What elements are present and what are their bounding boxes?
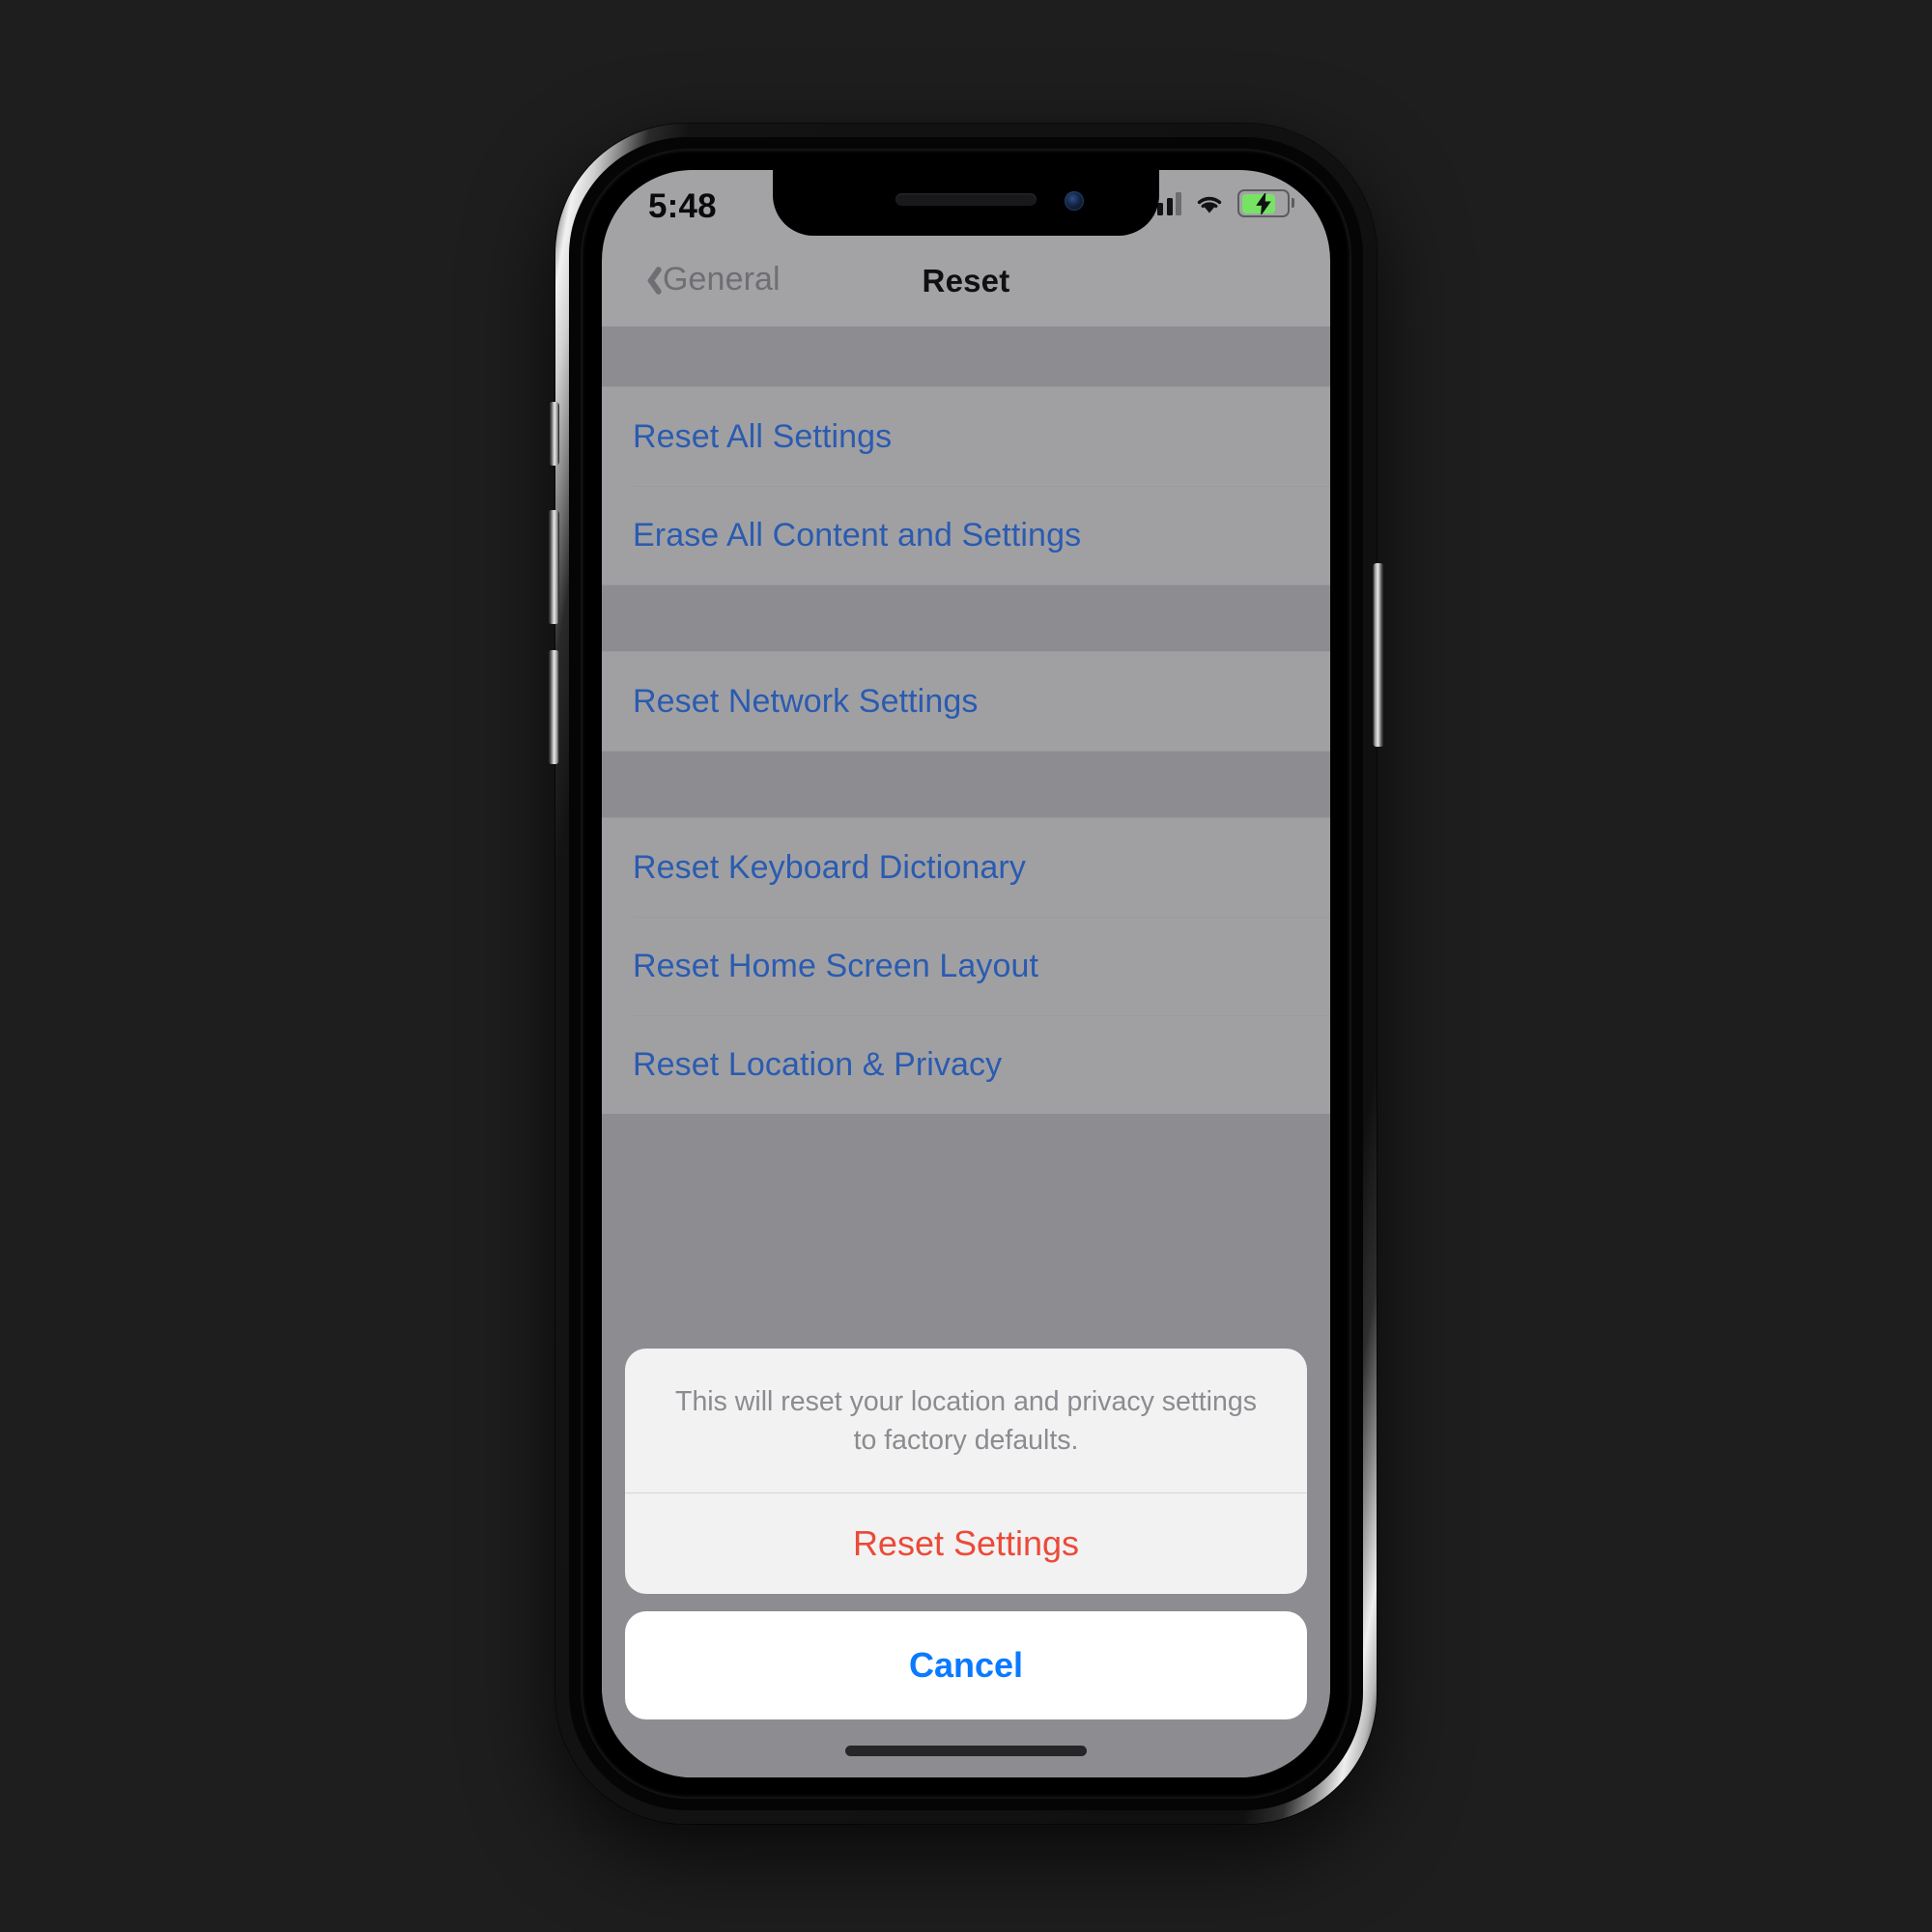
list-item-reset-network-settings[interactable]: Reset Network Settings: [602, 652, 1330, 751]
list-item-erase-all-content[interactable]: Erase All Content and Settings: [602, 486, 1330, 584]
list-item-label: Reset Location & Privacy: [633, 1045, 1003, 1083]
list-section-gap-1: [602, 584, 1330, 652]
navigation-bar: General Reset: [602, 236, 1330, 327]
power-button[interactable]: [1373, 563, 1384, 747]
status-time: 5:48: [648, 187, 717, 225]
list-item-label: Reset Keyboard Dictionary: [633, 848, 1026, 886]
list-item-reset-location-privacy[interactable]: Reset Location & Privacy: [602, 1015, 1330, 1114]
home-indicator[interactable]: [845, 1746, 1087, 1756]
list-section-gap-2: [602, 751, 1330, 818]
status-icons: [1148, 189, 1294, 217]
action-sheet-group: This will reset your location and privac…: [625, 1349, 1307, 1594]
list-item-reset-keyboard-dictionary[interactable]: Reset Keyboard Dictionary: [602, 818, 1330, 917]
action-sheet-message: This will reset your location and privac…: [675, 1386, 1257, 1456]
battery-charging-icon: [1237, 189, 1294, 217]
phone-screen: Reset All Settings Erase All Content and…: [602, 170, 1330, 1777]
list-item-label: Erase All Content and Settings: [633, 516, 1082, 554]
list-section-3: Reset Keyboard Dictionary Reset Home Scr…: [602, 818, 1330, 1114]
reset-settings-button[interactable]: Reset Settings: [625, 1493, 1307, 1594]
front-camera-icon: [1065, 191, 1084, 211]
mute-switch[interactable]: [549, 402, 559, 466]
speaker-grille-icon: [895, 193, 1037, 206]
list-item-label: Reset Home Screen Layout: [633, 947, 1039, 984]
action-sheet: This will reset your location and privac…: [625, 1349, 1307, 1719]
volume-up-button[interactable]: [548, 510, 559, 624]
wifi-icon: [1194, 192, 1225, 215]
page-title: Reset: [922, 263, 1010, 298]
list-section-2: Reset Network Settings: [602, 652, 1330, 751]
charging-bolt-icon: [1256, 192, 1271, 214]
list-section-1: Reset All Settings Erase All Content and…: [602, 387, 1330, 584]
list-item-label: Reset Network Settings: [633, 682, 979, 720]
list-item-reset-all-settings[interactable]: Reset All Settings: [602, 387, 1330, 486]
volume-down-button[interactable]: [548, 650, 559, 764]
device-notch: [773, 170, 1159, 236]
iphone-device-mockup: Reset All Settings Erase All Content and…: [548, 124, 1384, 1824]
cancel-button[interactable]: Cancel: [625, 1611, 1307, 1719]
list-item-reset-home-screen-layout[interactable]: Reset Home Screen Layout: [602, 917, 1330, 1015]
list-item-label: Reset All Settings: [633, 417, 893, 455]
list-top-gap: [602, 327, 1330, 387]
